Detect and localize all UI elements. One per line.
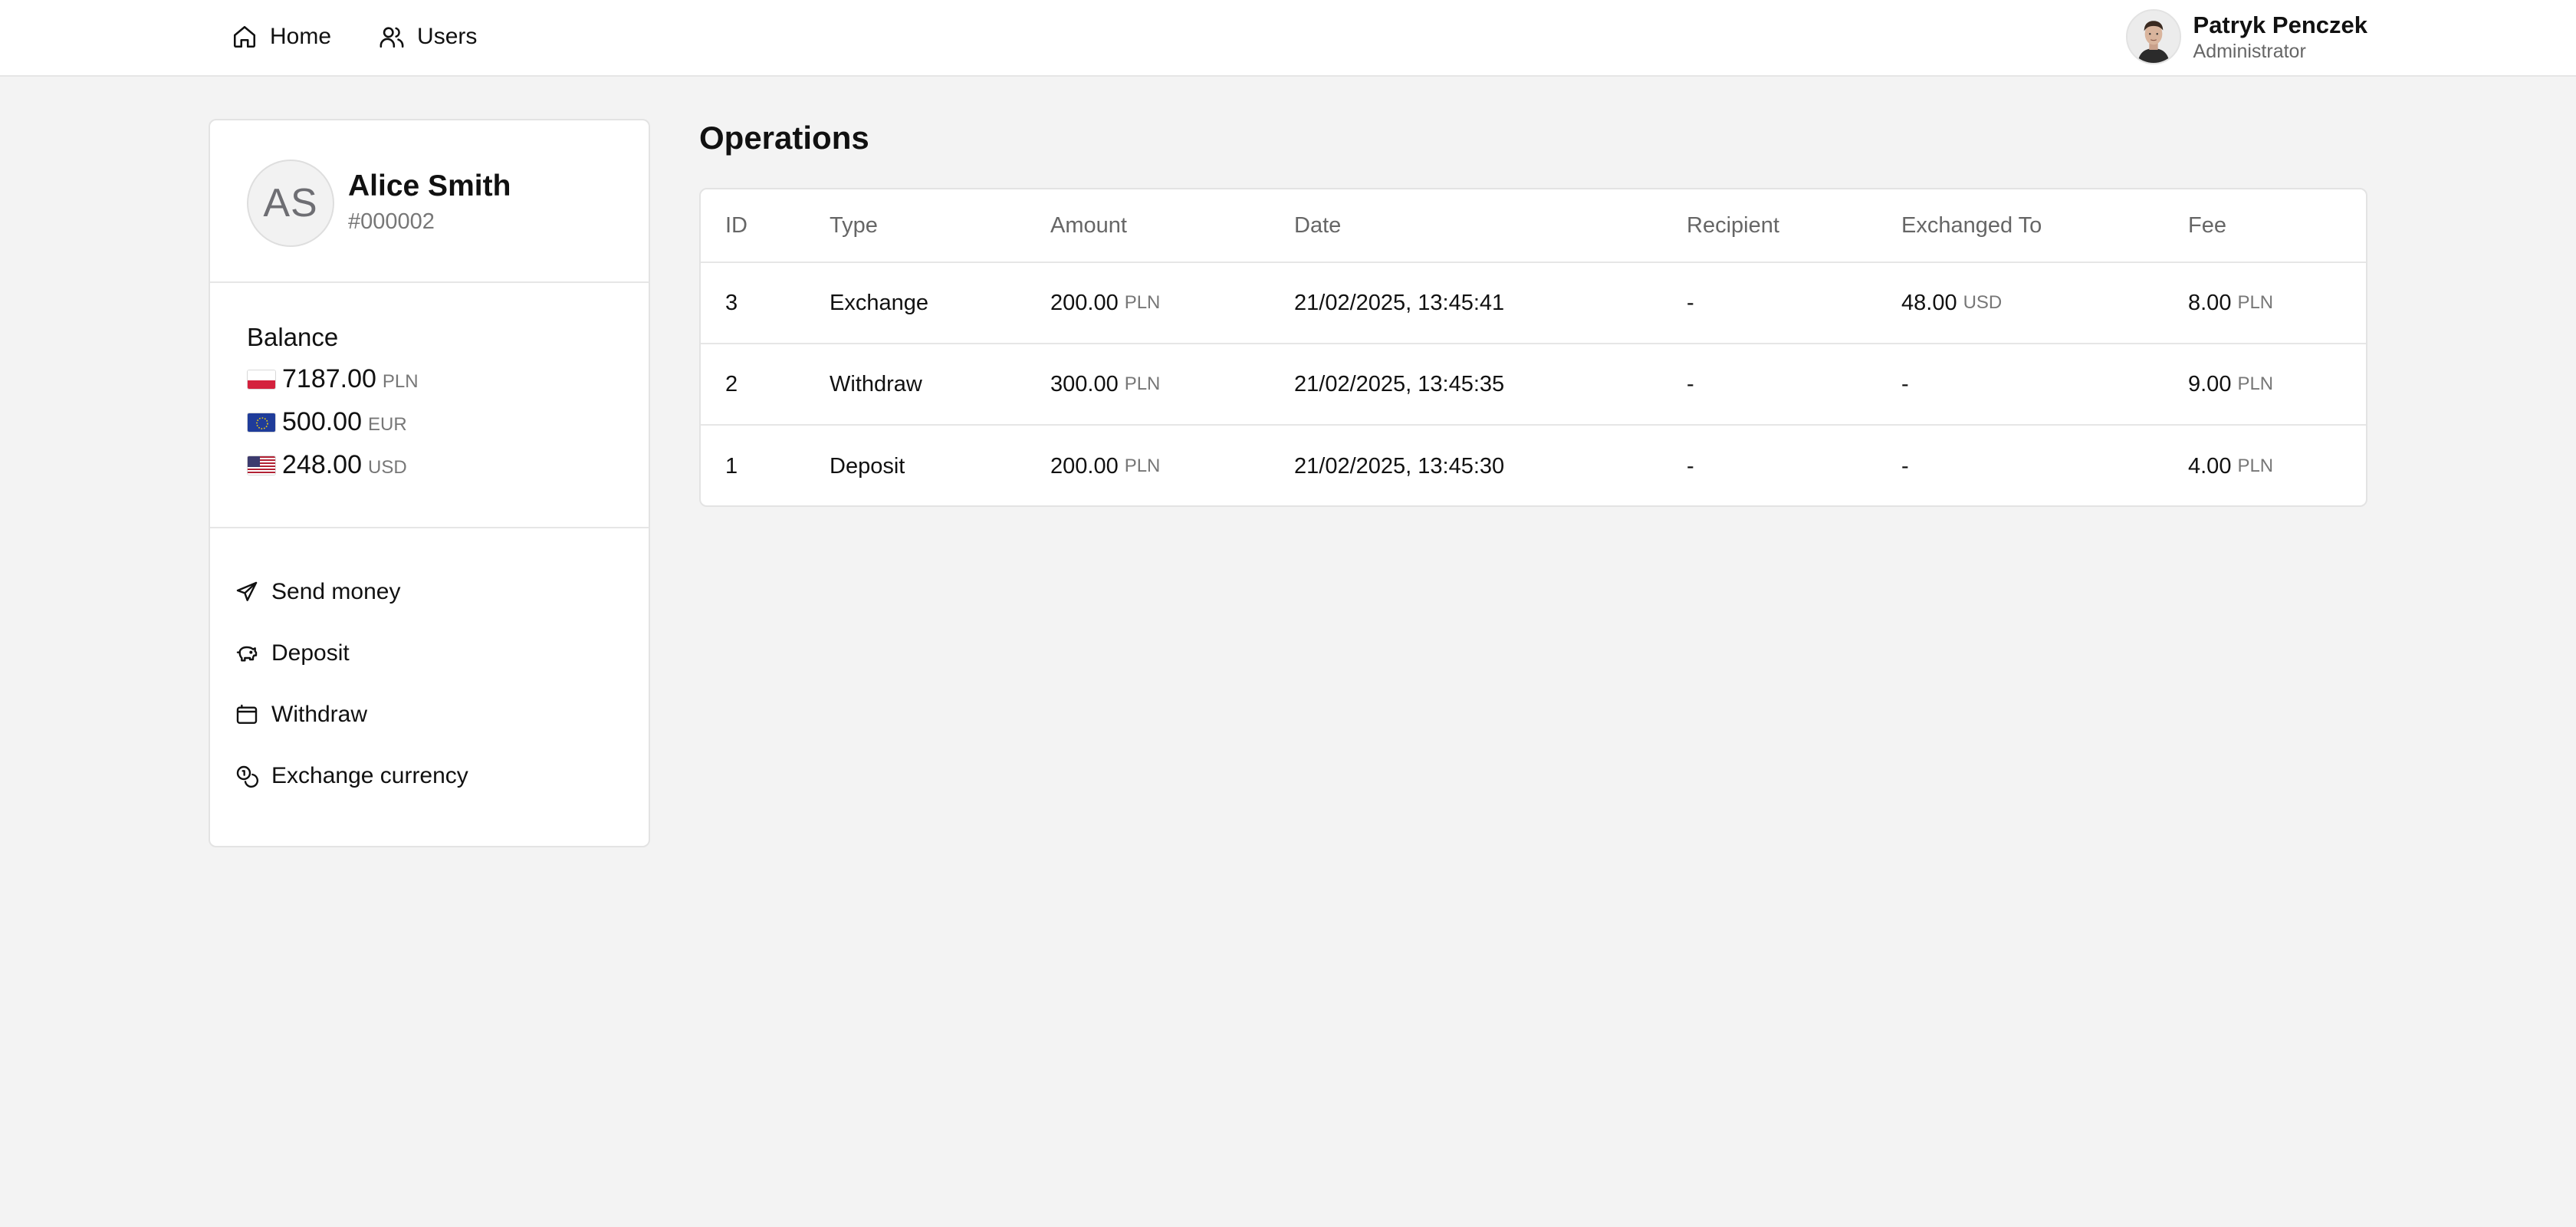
users-icon: [380, 27, 404, 48]
exchanged-value: -: [1901, 453, 1909, 479]
cell-amount: 200.00 PLN: [1050, 426, 1161, 505]
operations-table: ID Type Amount Date Recipient Exchanged …: [699, 188, 2367, 507]
fee-value: 4.00: [2188, 453, 2232, 479]
poland-flag-icon: [247, 369, 276, 390]
exchange-currency-button[interactable]: Exchange currency: [235, 763, 468, 789]
column-header[interactable]: Recipient: [1687, 189, 1779, 262]
amount-currency: PLN: [1124, 292, 1161, 313]
exchanged-value: -: [1901, 371, 1909, 396]
column-header[interactable]: Fee: [2188, 189, 2226, 262]
column-header[interactable]: ID: [725, 189, 748, 262]
withdraw-button[interactable]: Withdraw: [235, 702, 367, 728]
cell-fee: 8.00 PLN: [2188, 263, 2273, 343]
cell-type: Exchange: [830, 290, 928, 315]
table-row[interactable]: 1 Deposit 200.00 PLN 21/02/2025, 13:45:30…: [701, 426, 2366, 505]
balance-row-pln: 7187.00 PLN: [247, 364, 419, 394]
withdraw-label: Withdraw: [271, 702, 368, 727]
cell-recipient: -: [1687, 371, 1694, 396]
client-avatar: AS: [247, 160, 334, 247]
main-nav: Home Users: [232, 0, 477, 74]
page-title: Operations: [699, 120, 869, 156]
table-row[interactable]: 2 Withdraw 300.00 PLN 21/02/2025, 13:45:3…: [701, 344, 2366, 426]
table-row[interactable]: 3 Exchange 200.00 PLN 21/02/2025, 13:45:4…: [701, 263, 2366, 344]
send-money-label: Send money: [271, 579, 401, 604]
client-name: Alice Smith: [348, 169, 511, 202]
cell-date: 21/02/2025, 13:45:30: [1294, 453, 1505, 479]
eu-flag-icon: [247, 412, 276, 433]
fee-currency: PLN: [2237, 292, 2274, 313]
cell-fee: 4.00 PLN: [2188, 426, 2274, 505]
cell-date: 21/02/2025, 13:45:41: [1294, 290, 1505, 315]
fee-currency: PLN: [2237, 456, 2274, 476]
client-id: #000002: [348, 209, 435, 234]
balance-section: Balance 7187.00 PLN 500.00 EUR 248.00 US…: [210, 283, 649, 528]
nav-home[interactable]: Home: [232, 24, 331, 50]
exchanged-value: 48.00: [1901, 290, 1957, 315]
actions-list: Send money Deposit Withdraw Exchange cur…: [210, 528, 649, 846]
exchanged-currency: USD: [1963, 292, 2003, 313]
balance-amount: 500.00: [282, 407, 362, 436]
balance-currency: EUR: [368, 414, 407, 435]
client-header: AS Alice Smith #000002: [210, 120, 649, 283]
balance-title: Balance: [247, 323, 339, 351]
column-header[interactable]: Date: [1294, 189, 1341, 262]
avatar: [2125, 9, 2181, 64]
cell-id: 1: [725, 453, 738, 479]
column-header[interactable]: Exchanged To: [1901, 189, 2042, 262]
us-flag-icon: [247, 455, 276, 475]
nav-users[interactable]: Users: [379, 24, 477, 50]
cell-amount: 300.00 PLN: [1050, 344, 1160, 424]
user-menu[interactable]: Patryk Penczek Administrator: [2125, 9, 2367, 64]
deposit-button[interactable]: Deposit: [235, 640, 350, 666]
top-bar: Home Users Patryk Penczek Administrator: [0, 0, 2576, 77]
fee-value: 8.00: [2188, 290, 2232, 315]
home-icon: [233, 25, 256, 48]
cell-amount: 200.00 PLN: [1050, 263, 1160, 343]
balance-row-eur: 500.00 EUR: [247, 407, 407, 437]
user-info: Patryk Penczek Administrator: [2193, 11, 2367, 63]
send-money-button[interactable]: Send money: [235, 579, 400, 605]
exchange-currency-label: Exchange currency: [271, 763, 468, 788]
balance-currency: PLN: [382, 371, 419, 392]
cell-exchanged: -: [1901, 426, 1909, 505]
balance-amount: 7187.00: [282, 364, 376, 393]
cell-type: Deposit: [830, 453, 905, 479]
cell-type: Withdraw: [830, 371, 922, 396]
balance-amount: 248.00: [282, 450, 362, 479]
cell-id: 2: [725, 371, 738, 396]
amount-currency: PLN: [1124, 373, 1161, 394]
wallet-icon: [236, 704, 258, 724]
piggy-bank-icon: [236, 646, 258, 662]
fee-value: 9.00: [2188, 371, 2232, 396]
user-role: Administrator: [2193, 41, 2306, 62]
client-card: AS Alice Smith #000002 Balance 7187.00 P…: [209, 119, 650, 847]
nav-users-label: Users: [417, 24, 478, 49]
user-photo-icon: [2127, 11, 2180, 63]
amount-value: 200.00: [1050, 453, 1119, 479]
nav-home-label: Home: [270, 24, 332, 49]
table-header: ID Type Amount Date Recipient Exchanged …: [701, 189, 2366, 263]
balance-row-usd: 248.00 USD: [247, 450, 407, 480]
cell-date: 21/02/2025, 13:45:35: [1294, 371, 1505, 396]
amount-value: 200.00: [1050, 290, 1119, 315]
send-icon: [236, 581, 258, 601]
amount-currency: PLN: [1124, 456, 1161, 476]
balance-currency: USD: [368, 457, 407, 478]
cell-exchanged: -: [1901, 344, 1909, 424]
column-header[interactable]: Amount: [1050, 189, 1127, 262]
user-name: Patryk Penczek: [2193, 12, 2367, 38]
cell-recipient: -: [1687, 290, 1694, 315]
fee-currency: PLN: [2237, 373, 2274, 394]
cell-recipient: -: [1687, 453, 1694, 479]
cell-fee: 9.00 PLN: [2188, 344, 2273, 424]
cell-exchanged: 48.00 USD: [1901, 263, 2002, 343]
column-header[interactable]: Type: [830, 189, 878, 262]
deposit-label: Deposit: [271, 640, 350, 666]
coins-icon: [236, 765, 259, 788]
amount-value: 300.00: [1050, 371, 1119, 396]
cell-id: 3: [725, 290, 738, 315]
